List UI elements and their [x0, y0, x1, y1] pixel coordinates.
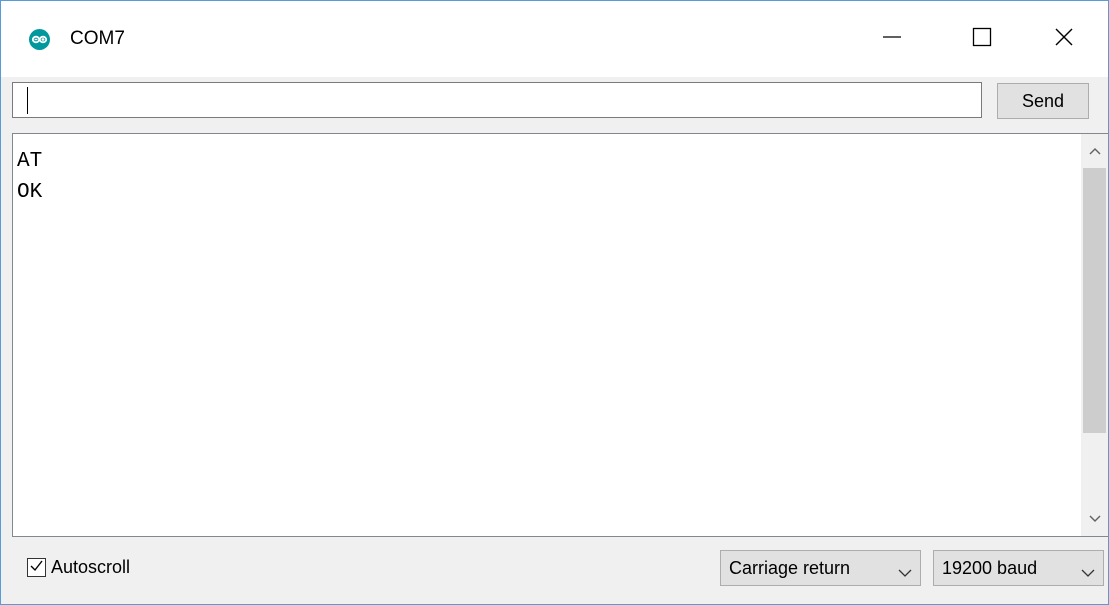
- line-ending-value: Carriage return: [729, 557, 851, 578]
- autoscroll-checkbox[interactable]: [27, 558, 46, 577]
- baud-rate-value: 19200 baud: [942, 557, 1038, 578]
- checkmark-icon: [29, 558, 44, 578]
- chevron-down-icon: [898, 562, 912, 583]
- scrollbar-thumb[interactable]: [1083, 168, 1106, 433]
- vertical-scrollbar[interactable]: [1081, 134, 1108, 536]
- title-bar: COM7: [1, 1, 1108, 77]
- minimize-button[interactable]: [847, 1, 937, 77]
- scroll-down-button[interactable]: [1081, 502, 1108, 536]
- maximize-icon: [972, 27, 992, 52]
- window-title: COM7: [70, 28, 125, 49]
- chevron-down-icon: [1081, 562, 1095, 583]
- arduino-infinity-icon: [29, 29, 50, 50]
- baud-rate-select[interactable]: 19200 baud: [933, 550, 1104, 586]
- send-row: Send: [1, 77, 1108, 129]
- line-ending-select[interactable]: Carriage return: [720, 550, 921, 586]
- text-caret: [27, 87, 28, 114]
- output-line: OK: [17, 181, 43, 204]
- serial-output[interactable]: AT OK: [12, 133, 1108, 537]
- minimize-icon: [882, 27, 902, 52]
- output-text: AT OK: [17, 146, 42, 208]
- send-button[interactable]: Send: [997, 83, 1089, 119]
- autoscroll-toggle[interactable]: Autoscroll: [27, 557, 130, 578]
- output-line: AT: [17, 150, 43, 173]
- serial-monitor-window: COM7 Send AT OK Autoscroll Carriage retu…: [0, 0, 1109, 605]
- send-button-label: Send: [1021, 90, 1065, 111]
- chevron-down-icon: [1089, 510, 1101, 528]
- autoscroll-label: Autoscroll: [51, 557, 131, 577]
- chevron-up-icon: [1089, 142, 1101, 160]
- status-bar: Autoscroll Carriage return 19200 baud: [1, 541, 1108, 604]
- serial-input[interactable]: [12, 82, 982, 118]
- maximize-button[interactable]: [937, 1, 1027, 77]
- scroll-up-button[interactable]: [1081, 134, 1108, 168]
- close-icon: [1054, 27, 1074, 52]
- close-button[interactable]: [1019, 1, 1108, 77]
